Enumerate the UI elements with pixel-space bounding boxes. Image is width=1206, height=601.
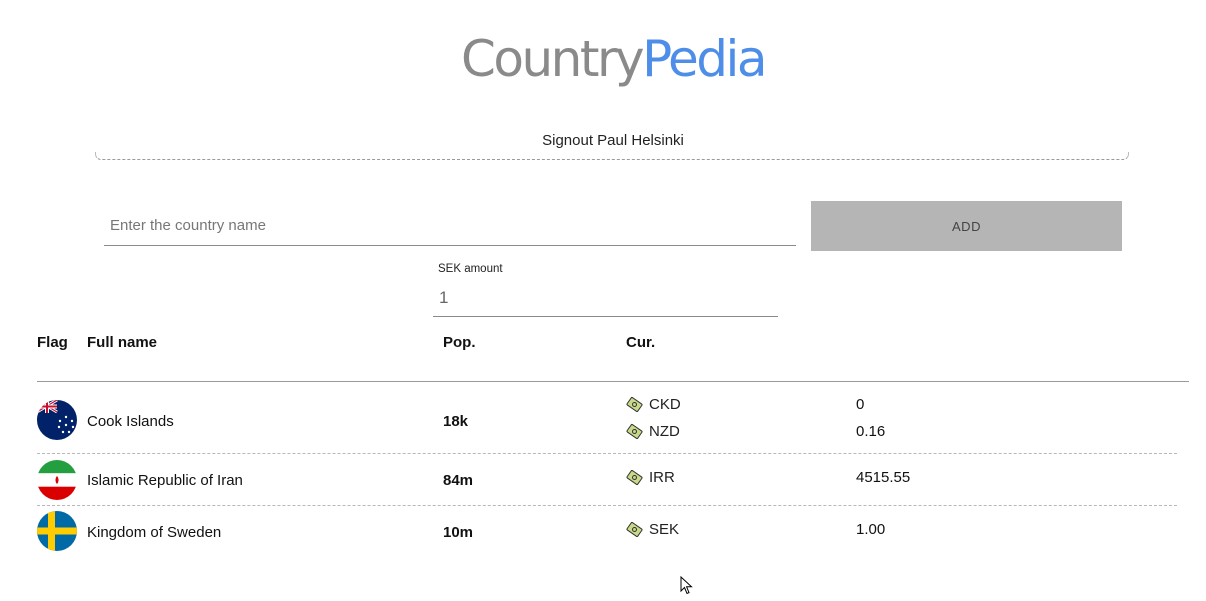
money-icon bbox=[626, 423, 643, 440]
table-header-divider bbox=[37, 381, 1189, 382]
sek-amount-input[interactable] bbox=[433, 280, 778, 317]
country-population: 18k bbox=[443, 413, 469, 430]
exchange-rate: 4515.55 bbox=[856, 469, 911, 486]
column-header-currency: Cur. bbox=[626, 334, 656, 351]
country-population: 84m bbox=[443, 472, 474, 489]
money-icon bbox=[626, 396, 643, 413]
country-full-name: Islamic Republic of Iran bbox=[87, 472, 243, 489]
column-header-population: Pop. bbox=[443, 334, 476, 351]
currency-item: SEK bbox=[626, 521, 679, 538]
country-name-input[interactable] bbox=[104, 206, 796, 246]
exchange-rate: 0 bbox=[856, 396, 865, 413]
currency-code: NZD bbox=[649, 423, 680, 440]
exchange-rate: 0.16 bbox=[856, 423, 886, 440]
signout-link[interactable]: Signout Paul Helsinki bbox=[0, 132, 1206, 149]
currency-item: NZD bbox=[626, 423, 680, 440]
country-full-name: Kingdom of Sweden bbox=[87, 524, 222, 541]
flag-iran-icon bbox=[37, 460, 77, 500]
header-divider bbox=[95, 152, 1129, 160]
column-header-flag: Flag bbox=[37, 334, 68, 351]
flag-sweden-icon bbox=[37, 511, 77, 551]
mouse-cursor-icon bbox=[680, 575, 694, 596]
money-icon bbox=[626, 521, 643, 538]
currency-code: IRR bbox=[649, 469, 675, 486]
add-button[interactable]: ADD bbox=[811, 201, 1122, 251]
logo-part-pedia: Pedia bbox=[642, 30, 767, 88]
country-full-name: Cook Islands bbox=[87, 413, 174, 430]
flag-cook-islands-icon bbox=[37, 400, 77, 440]
exchange-rate: 1.00 bbox=[856, 521, 886, 538]
row-divider bbox=[37, 505, 1177, 506]
row-divider bbox=[37, 453, 1177, 454]
money-icon bbox=[626, 469, 643, 486]
currency-code: CKD bbox=[649, 396, 681, 413]
sek-amount-label: SEK amount bbox=[438, 263, 503, 275]
column-header-full-name: Full name bbox=[87, 334, 158, 351]
currency-item: IRR bbox=[626, 469, 675, 486]
currency-code: SEK bbox=[649, 521, 680, 538]
currency-item: CKD bbox=[626, 396, 681, 413]
country-population: 10m bbox=[443, 524, 474, 541]
logo-part-country: Country bbox=[460, 30, 645, 88]
app-logo: CountryPedia bbox=[0, 28, 1206, 90]
